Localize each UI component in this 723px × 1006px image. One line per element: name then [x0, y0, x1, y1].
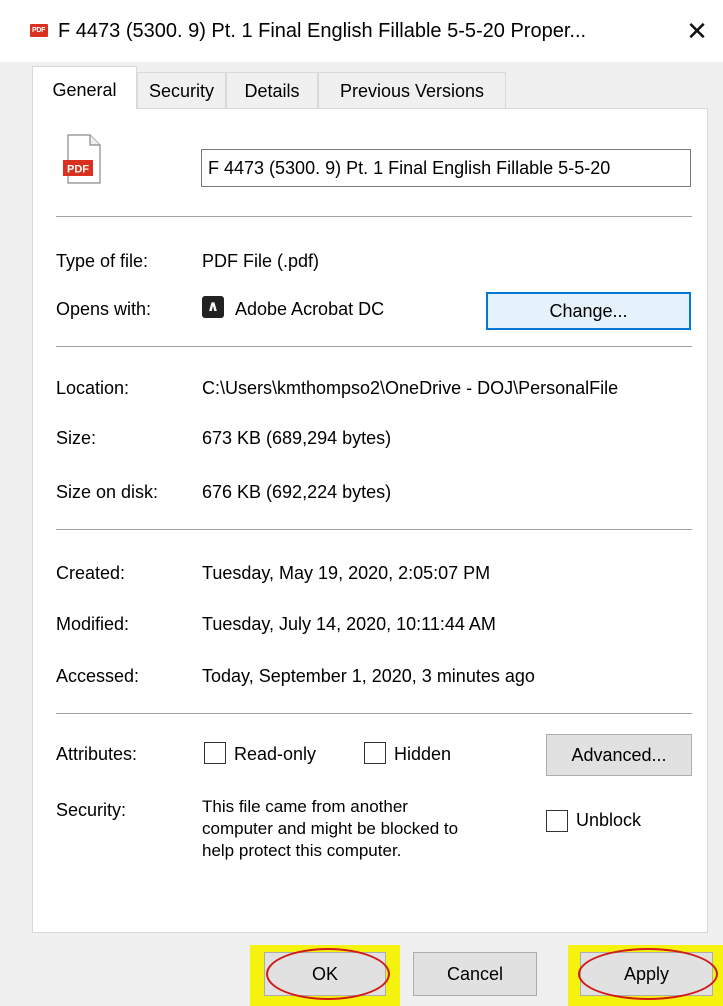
- pdf-file-icon: PDF: [30, 24, 48, 37]
- security-text-line-1: This file came from another: [202, 797, 408, 816]
- modified-value: Tuesday, July 14, 2020, 10:11:44 AM: [202, 614, 496, 634]
- change-button[interactable]: Change...: [486, 292, 691, 330]
- security-text-line-2: computer and might be blocked to: [202, 819, 459, 838]
- pdf-file-icon: PDF: [63, 134, 101, 184]
- location-label: Location:: [56, 378, 130, 398]
- type-label: Type of file:: [56, 251, 149, 271]
- hidden-label[interactable]: Hidden: [394, 742, 451, 766]
- modified-label: Modified:: [56, 614, 130, 634]
- location-value: C:\Users\kmthompso2\OneDrive - DOJ\Perso…: [202, 378, 619, 398]
- attributes-label: Attributes:: [56, 744, 138, 764]
- size-label: Size:: [56, 428, 97, 448]
- unblock-checkbox[interactable]: [546, 810, 568, 832]
- tab-details[interactable]: Details: [226, 72, 318, 108]
- accessed-label: Accessed:: [56, 666, 140, 686]
- advanced-button[interactable]: Advanced...: [546, 734, 692, 776]
- security-label: Security:: [56, 800, 127, 820]
- security-text-line-3: help protect this computer.: [202, 841, 402, 860]
- readonly-checkbox[interactable]: [204, 742, 226, 764]
- window-title: F 4473 (5300. 9) Pt. 1 Final English Fil…: [58, 20, 587, 42]
- size-value: 673 KB (689,294 bytes): [202, 428, 392, 448]
- created-label: Created:: [56, 563, 126, 583]
- annotation-circle-ok: [266, 948, 390, 1000]
- size-on-disk-label: Size on disk:: [56, 482, 159, 502]
- opens-with-label: Opens with:: [56, 299, 152, 319]
- size-on-disk-value: 676 KB (692,224 bytes): [202, 482, 392, 502]
- file-name-input[interactable]: F 4473 (5300. 9) Pt. 1 Final English Fil…: [201, 149, 691, 187]
- annotation-circle-apply: [578, 948, 718, 1000]
- tab-general[interactable]: General: [32, 66, 137, 109]
- divider: [56, 346, 692, 347]
- accessed-value: Today, September 1, 2020, 3 minutes ago: [202, 666, 535, 686]
- readonly-label[interactable]: Read-only: [234, 742, 316, 766]
- hidden-checkbox[interactable]: [364, 742, 386, 764]
- opens-with-app: Adobe Acrobat DC: [235, 299, 385, 319]
- created-value: Tuesday, May 19, 2020, 2:05:07 PM: [202, 563, 491, 583]
- unblock-label[interactable]: Unblock: [576, 808, 641, 832]
- close-icon[interactable]: ✕: [681, 14, 713, 48]
- tab-security[interactable]: Security: [137, 72, 226, 108]
- divider: [56, 713, 692, 714]
- acrobat-icon: ∧: [202, 296, 224, 318]
- svg-text:PDF: PDF: [67, 164, 89, 176]
- divider: [56, 529, 692, 530]
- type-value: PDF File (.pdf): [202, 251, 320, 271]
- cancel-button[interactable]: Cancel: [413, 952, 537, 996]
- divider: [56, 216, 692, 217]
- tab-previous-versions[interactable]: Previous Versions: [318, 72, 506, 108]
